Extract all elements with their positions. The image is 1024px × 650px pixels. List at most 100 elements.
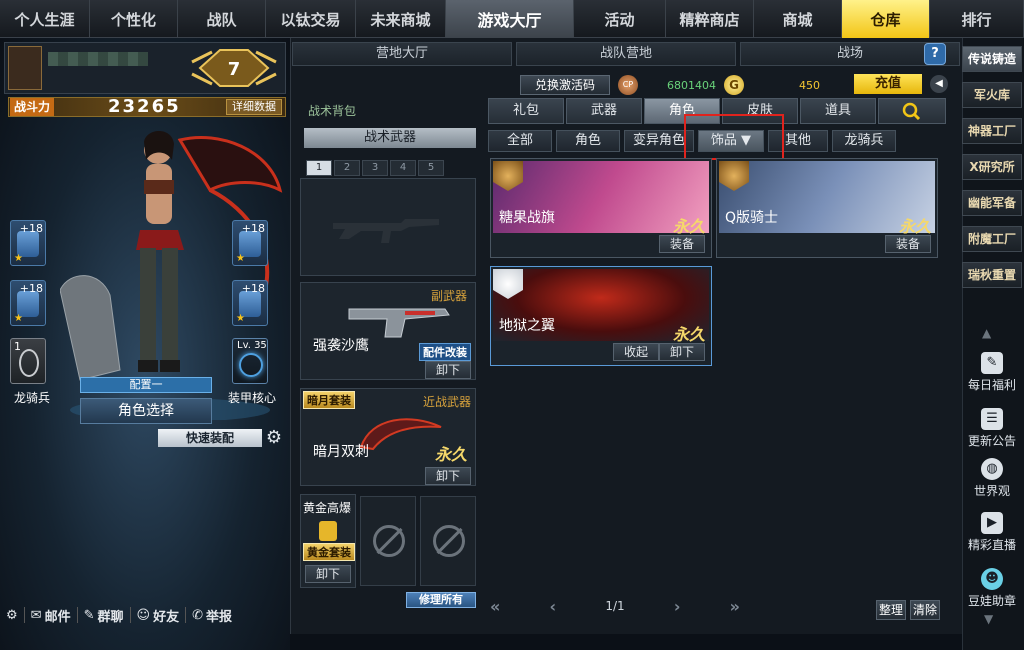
- divider: [129, 607, 131, 623]
- side-x-lab[interactable]: X研究所: [962, 154, 1022, 180]
- page-5[interactable]: 5: [418, 160, 444, 176]
- filter-dragon-knight[interactable]: 龙骑兵: [832, 130, 896, 152]
- grenade-slot[interactable]: 黄金高爆 黄金套装 卸下: [300, 494, 356, 588]
- tab-future-mall[interactable]: 未来商城: [356, 0, 446, 38]
- search-button[interactable]: [878, 98, 946, 124]
- prev-page-icon[interactable]: ‹: [550, 597, 557, 616]
- gear-icon[interactable]: ⚙: [264, 428, 284, 448]
- help-button[interactable]: ?: [924, 43, 946, 65]
- grenade-name: 黄金高爆: [303, 501, 352, 515]
- page-2[interactable]: 2: [334, 160, 360, 176]
- tab-career[interactable]: 个人生涯: [0, 0, 90, 38]
- item-card[interactable]: 地狱之翼 永久 收起 卸下: [490, 266, 712, 366]
- tab-trade[interactable]: 以钛交易: [266, 0, 356, 38]
- doll-medal-label: 豆娃助章: [967, 594, 1016, 608]
- power-value: 23265: [108, 96, 181, 117]
- repair-all-button[interactable]: 修理所有: [406, 592, 476, 608]
- filter-all[interactable]: 全部: [488, 130, 552, 152]
- announcement-label: 更新公告: [967, 434, 1016, 448]
- unequip-button[interactable]: 卸下: [659, 343, 705, 361]
- equip-button[interactable]: 装备: [885, 235, 931, 253]
- melee-weapon-slot[interactable]: 暗月套装 近战武器 暗月双刺 永久 卸下: [300, 388, 476, 486]
- pet-slot[interactable]: 1: [10, 338, 46, 384]
- daily-welfare-button[interactable]: ✎ 每日福利: [962, 352, 1022, 393]
- avatar[interactable]: [8, 46, 42, 90]
- search-icon: [902, 102, 921, 121]
- settings-icon[interactable]: ⚙: [6, 608, 18, 623]
- clear-button[interactable]: 清除: [910, 600, 940, 620]
- friends-icon: ☺: [136, 607, 151, 623]
- last-page-icon[interactable]: »: [730, 597, 740, 616]
- tab-props[interactable]: 道具: [800, 98, 876, 124]
- tab-camp-hall[interactable]: 营地大厅: [292, 42, 512, 66]
- equip-slot-boots[interactable]: +18 ★: [232, 280, 268, 326]
- tab-warehouse[interactable]: 仓库: [842, 0, 930, 38]
- page-4[interactable]: 4: [390, 160, 416, 176]
- tab-weapon[interactable]: 武器: [566, 98, 642, 124]
- side-armory[interactable]: 军火库: [962, 82, 1022, 108]
- armor-core-slot[interactable]: Lv. 35: [232, 338, 268, 384]
- secondary-weapon-slot[interactable]: 副武器 强袭沙鹰 配件改装 卸下: [300, 282, 476, 380]
- equip-button[interactable]: 装备: [659, 235, 705, 253]
- item-card[interactable]: 糖果战旗 永久 装备: [490, 158, 712, 258]
- tab-mall[interactable]: 商城: [754, 0, 842, 38]
- star-icon: ★: [14, 313, 23, 324]
- tactical-weapon-button[interactable]: 战术武器: [304, 128, 476, 148]
- tab-essence-shop[interactable]: 精粹商店: [666, 0, 754, 38]
- player-name-blurred: [48, 52, 148, 66]
- unequip-button[interactable]: 卸下: [305, 565, 351, 583]
- tab-gift[interactable]: 礼包: [488, 98, 564, 124]
- scroll-down-icon[interactable]: ▼: [984, 612, 993, 626]
- tab-events[interactable]: 活动: [574, 0, 666, 38]
- sort-button[interactable]: 整理: [876, 600, 906, 620]
- bottom-bar: ⚙ ✉ 邮件 ✎ 群聊 ☺ 好友 ✆ 举报: [0, 600, 288, 630]
- side-phantom-arms[interactable]: 幽能军备: [962, 190, 1022, 216]
- page-1[interactable]: 1: [306, 160, 332, 176]
- friends-button[interactable]: ☺ 好友: [137, 606, 180, 625]
- cp-value: 6801404: [667, 78, 716, 92]
- world-view-button[interactable]: ◍ 世界观: [962, 458, 1022, 499]
- announcement-button[interactable]: ☰ 更新公告: [962, 408, 1022, 449]
- sound-icon[interactable]: ◀: [930, 75, 948, 93]
- recharge-button[interactable]: 充值: [854, 74, 922, 94]
- mail-button[interactable]: ✉ 邮件: [31, 606, 71, 625]
- redeem-code-button[interactable]: 兑换激活码: [520, 75, 610, 95]
- equip-slot-helmet[interactable]: +18 ★: [10, 220, 46, 266]
- live-stream-button[interactable]: ▶ 精彩直播: [962, 512, 1022, 553]
- tab-ranking[interactable]: 排行: [930, 0, 1024, 38]
- first-page-icon[interactable]: «: [490, 597, 500, 616]
- next-page-icon[interactable]: ›: [674, 597, 681, 616]
- detail-data-button[interactable]: 详细数据: [226, 99, 282, 115]
- group-chat-button[interactable]: ✎ 群聊: [84, 606, 124, 625]
- hide-button[interactable]: 收起: [613, 343, 659, 361]
- tab-team[interactable]: 战队: [178, 0, 266, 38]
- pagination: « ‹ 1/1 › »: [490, 596, 740, 616]
- unequip-button[interactable]: 卸下: [425, 361, 471, 379]
- equip-slot-gloves[interactable]: +18 ★: [10, 280, 46, 326]
- quick-equip-button[interactable]: 快速装配: [158, 429, 262, 447]
- side-legend-forge[interactable]: 传说铸造: [962, 46, 1022, 72]
- side-artifact-factory[interactable]: 神器工厂: [962, 118, 1022, 144]
- page-3[interactable]: 3: [362, 160, 388, 176]
- tab-personalize[interactable]: 个性化: [90, 0, 178, 38]
- side-rachel-reset[interactable]: 瑞秋重置: [962, 262, 1022, 288]
- tab-game-lobby[interactable]: 游戏大厅: [446, 0, 574, 38]
- tab-team-camp[interactable]: 战队营地: [516, 42, 736, 66]
- item-card[interactable]: Q版骑士 永久 装备: [716, 158, 938, 258]
- scroll-up-icon[interactable]: ▲: [982, 326, 991, 340]
- mail-icon: ✉: [30, 607, 42, 623]
- secondary-name: 强袭沙鹰: [313, 338, 369, 354]
- report-button[interactable]: ✆ 举报: [192, 606, 232, 625]
- filter-character[interactable]: 角色: [556, 130, 620, 152]
- core-name: 装甲核心: [228, 391, 277, 405]
- camera-icon: ▶: [981, 512, 1003, 534]
- primary-weapon-slot[interactable]: [300, 178, 476, 276]
- unequip-button[interactable]: 卸下: [425, 467, 471, 485]
- doll-medal-button[interactable]: ☻ 豆娃助章: [962, 568, 1022, 609]
- equip-slot-goggles[interactable]: +18 ★: [232, 220, 268, 266]
- config-label[interactable]: 配置一: [80, 377, 212, 393]
- side-enchant-factory[interactable]: 附魔工厂: [962, 226, 1022, 252]
- mail-label: 邮件: [44, 609, 71, 625]
- role-select-button[interactable]: 角色选择: [80, 398, 212, 424]
- rank-emblem-icon: 7: [191, 49, 277, 87]
